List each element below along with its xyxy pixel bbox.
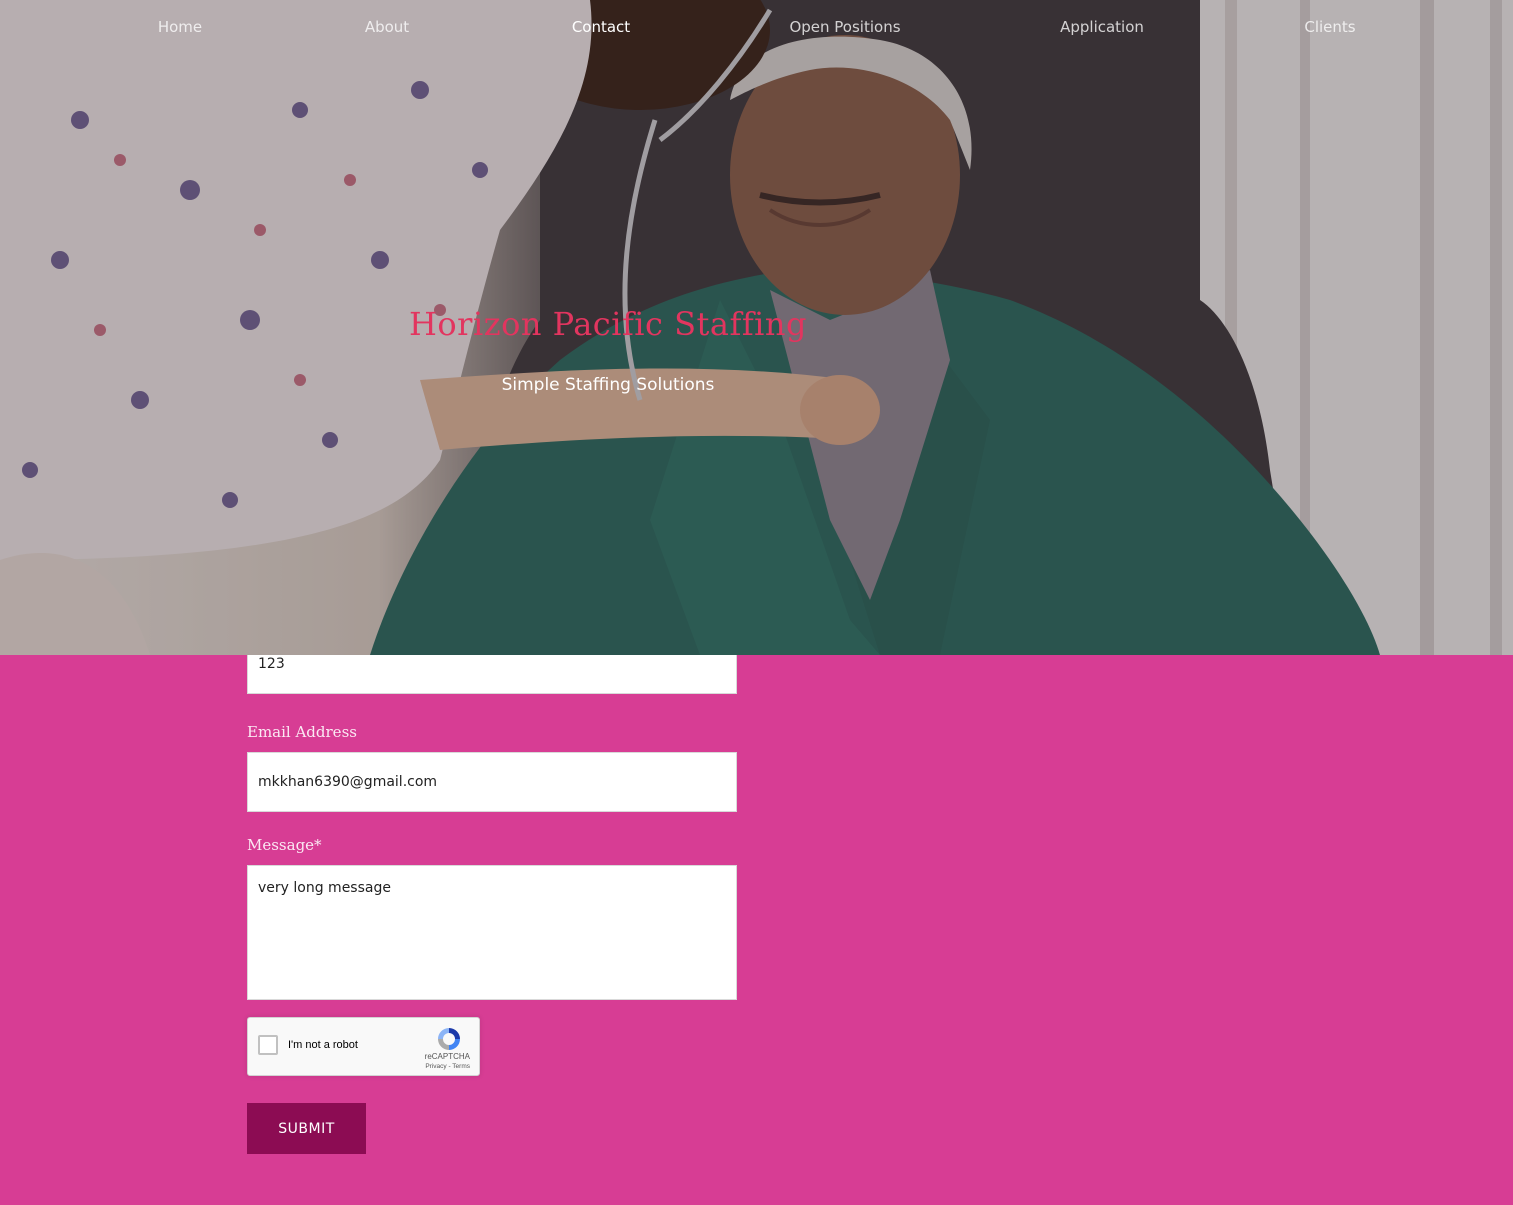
phone-field-value: 123 — [258, 656, 285, 672]
email-label: Email Address — [247, 723, 357, 741]
recaptcha-label: I'm not a robot — [288, 1039, 358, 1051]
message-label: Message* — [247, 836, 322, 854]
nav-contact[interactable]: Contact — [572, 18, 630, 36]
site-subtitle: Simple Staffing Solutions — [501, 375, 715, 395]
email-field-value: mkkhan6390@gmail.com — [258, 774, 438, 790]
recaptcha-links[interactable]: Privacy - Terms — [425, 1063, 470, 1070]
nav-about[interactable]: About — [365, 18, 409, 36]
message-field[interactable]: very long message — [247, 865, 737, 1000]
submit-button[interactable]: SUBMIT — [247, 1103, 366, 1154]
recaptcha-logo-icon — [438, 1028, 460, 1050]
main-nav: Home About Contact Open Positions Applic… — [0, 18, 1513, 44]
site-title: Horizon Pacific Staffing — [409, 305, 807, 343]
nav-home[interactable]: Home — [158, 18, 202, 36]
nav-application[interactable]: Application — [1060, 18, 1144, 36]
nav-clients[interactable]: Clients — [1304, 18, 1355, 36]
email-field[interactable]: mkkhan6390@gmail.com — [247, 752, 737, 812]
recaptcha-brand: reCAPTCHA — [424, 1052, 470, 1061]
nav-open-positions[interactable]: Open Positions — [789, 18, 900, 36]
recaptcha-widget: I'm not a robot reCAPTCHA Privacy - Term… — [247, 1017, 480, 1076]
phone-field[interactable]: 123 — [247, 655, 737, 694]
message-field-value: very long message — [258, 880, 391, 896]
hero-section: Home About Contact Open Positions Applic… — [0, 0, 1513, 655]
recaptcha-checkbox[interactable] — [258, 1035, 278, 1055]
